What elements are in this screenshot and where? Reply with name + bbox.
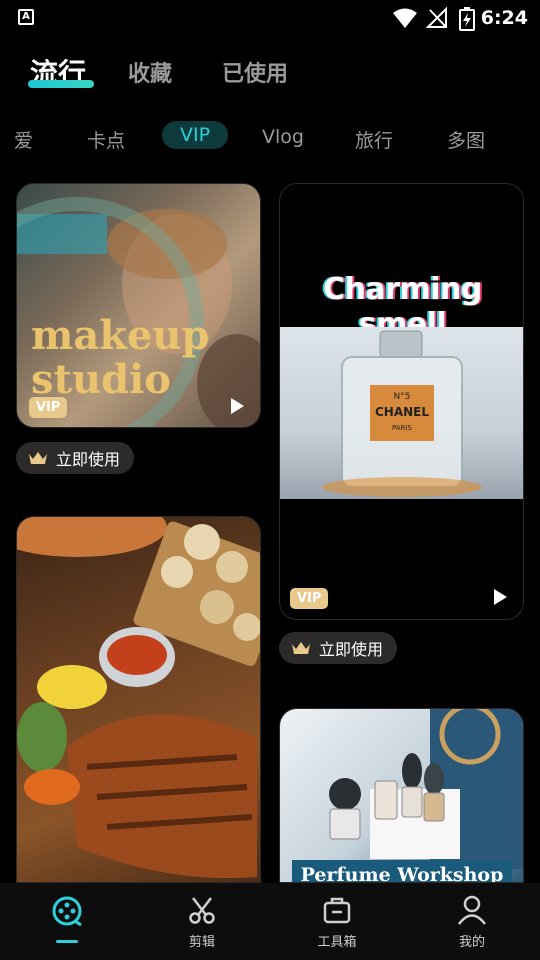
use-now-button[interactable]: 立即使用 (279, 632, 398, 664)
vip-badge: VIP (290, 588, 329, 609)
bottom-navigation: 剪辑 工具箱 我的 (0, 883, 540, 960)
toolbox-icon (323, 897, 351, 924)
active-tab-indicator (28, 80, 94, 88)
app-notification-icon: A (18, 9, 34, 25)
perfume-workshop-photo (329, 709, 523, 869)
template-card-grilled-food[interactable] (16, 516, 261, 883)
crown-icon (29, 452, 47, 464)
template-card-makeup-studio[interactable]: makeup studio VIP (16, 183, 261, 428)
play-icon[interactable] (494, 589, 507, 605)
user-icon (458, 895, 486, 925)
clock: 6:24 (480, 7, 528, 29)
nav-toolbox-label: 工具箱 (317, 935, 357, 950)
vip-badge: VIP (29, 397, 68, 418)
tab-favorites[interactable]: 收藏 (128, 56, 172, 88)
nav-toolbox[interactable]: 工具箱 (297, 895, 377, 950)
scissors-icon (189, 897, 215, 924)
perfume-photo: N°5 CHANEL PARIS (280, 327, 523, 499)
template-card-perfume-workshop[interactable]: Perfume Workshop (279, 708, 524, 883)
food-photo (17, 517, 260, 879)
nav-profile[interactable]: 我的 (432, 895, 512, 950)
bottle-city: PARIS (392, 424, 412, 432)
category-travel[interactable]: 旅行 (355, 126, 393, 153)
wifi-icon (393, 8, 417, 28)
tab-used[interactable]: 已使用 (222, 56, 288, 88)
perfume-title: Perfume Workshop (300, 864, 504, 883)
battery-charging-icon (459, 7, 475, 31)
bottle-number: N°5 (393, 392, 411, 402)
nav-edit-label: 剪辑 (188, 935, 215, 950)
nav-templates[interactable] (27, 895, 107, 933)
play-icon[interactable] (231, 398, 244, 414)
makeup-title-line2: studio (31, 356, 171, 403)
nav-edit[interactable]: 剪辑 (162, 895, 242, 950)
category-beat[interactable]: 卡点 (87, 126, 125, 153)
category-vlog[interactable]: Vlog (262, 126, 304, 148)
category-love[interactable]: 爱 (14, 126, 33, 153)
top-tabs: 流行 收藏 已使用 (0, 50, 540, 100)
use-now-label: 立即使用 (56, 450, 121, 469)
crown-icon (292, 642, 310, 654)
status-bar: A 6:24 (0, 0, 540, 36)
nav-active-indicator (56, 940, 78, 943)
no-signal-icon (426, 7, 447, 28)
use-now-label: 立即使用 (319, 640, 384, 659)
category-bar: 爱 卡点 VIP Vlog 旅行 多图 (0, 118, 540, 158)
makeup-title: makeup studio (31, 314, 209, 402)
bottle-brand: CHANEL (374, 405, 430, 419)
makeup-title-line1: makeup (31, 312, 210, 359)
template-card-charming-smell[interactable]: Charming smell N°5 CHANEL PARIS VIP (279, 183, 524, 620)
category-vip[interactable]: VIP (162, 121, 229, 149)
category-multi-photo[interactable]: 多图 (447, 126, 485, 153)
nav-profile-label: 我的 (458, 935, 485, 950)
film-reel-icon (52, 896, 82, 927)
use-now-button[interactable]: 立即使用 (16, 442, 135, 474)
